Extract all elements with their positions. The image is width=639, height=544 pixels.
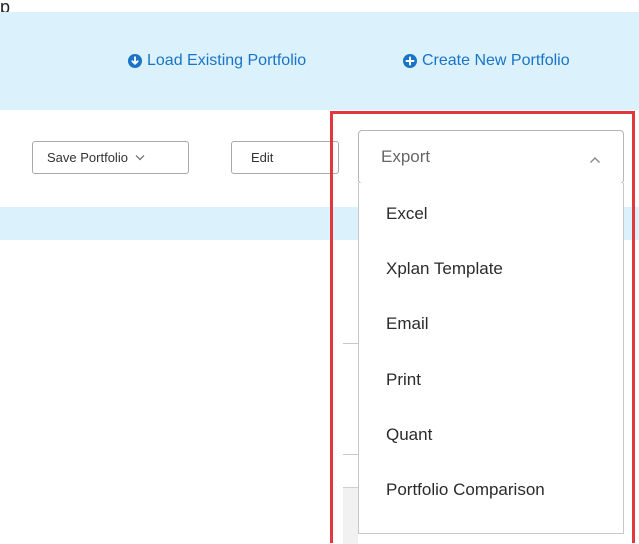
top-left-text-fragment: p — [0, 0, 11, 12]
edit-button[interactable]: Edit — [231, 141, 339, 174]
export-menu-item-excel[interactable]: Excel — [386, 204, 428, 224]
load-existing-portfolio-link[interactable]: Load Existing Portfolio — [128, 52, 306, 70]
create-new-portfolio-link[interactable]: Create New Portfolio — [403, 52, 570, 70]
export-menu-item-portfolio-comparison[interactable]: Portfolio Comparison — [386, 480, 545, 500]
create-new-portfolio-label: Create New Portfolio — [422, 52, 570, 69]
export-menu-item-print[interactable]: Print — [386, 370, 421, 390]
export-menu: Excel Xplan Template Email Print Quant P… — [358, 183, 624, 534]
export-menu-item-email[interactable]: Email — [386, 314, 429, 334]
export-menu-item-quant[interactable]: Quant — [386, 425, 432, 445]
chevron-down-icon — [135, 154, 145, 161]
save-portfolio-label: Save Portfolio — [47, 150, 128, 165]
save-portfolio-button[interactable]: Save Portfolio — [32, 141, 189, 174]
circle-down-arrow-icon — [128, 54, 142, 68]
circle-plus-icon — [403, 54, 417, 68]
export-dropdown-button[interactable]: Export — [358, 130, 624, 184]
load-existing-portfolio-label: Load Existing Portfolio — [147, 52, 307, 69]
export-menu-item-xplan-template[interactable]: Xplan Template — [386, 259, 503, 279]
export-label: Export — [381, 147, 431, 166]
portfolio-header-bar: Load Existing Portfolio Create New Portf… — [0, 12, 639, 110]
edit-label: Edit — [251, 150, 274, 165]
chevron-up-icon — [589, 149, 601, 169]
